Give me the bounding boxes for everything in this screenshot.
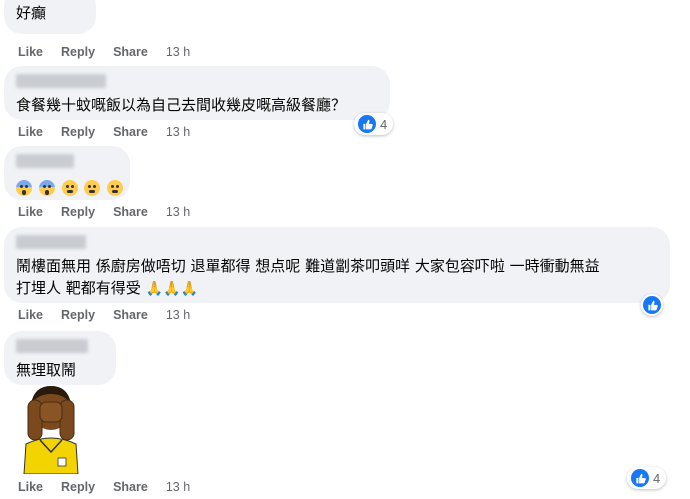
comment-actions: Like Reply Share 13 h xyxy=(18,45,208,59)
reaction-summary[interactable]: 4 xyxy=(627,467,667,489)
share-link[interactable]: Share xyxy=(113,308,148,322)
reply-link[interactable]: Reply xyxy=(61,308,95,322)
reaction-summary[interactable]: 4 xyxy=(354,113,394,135)
face-palm-sticker xyxy=(23,386,79,474)
folded-hands-icon: 🙏 xyxy=(180,281,198,297)
reply-link[interactable]: Reply xyxy=(61,480,95,494)
timestamp[interactable]: 13 h xyxy=(166,125,190,139)
comment-bubble: 鬧樓面無用 係廚房做唔切 退單都得 想点呢 難道劏茶叩頭咩 大家包容吓啦 一時衝… xyxy=(4,227,670,303)
commenter-name-blurred[interactable] xyxy=(16,74,106,88)
comment-actions: Like Reply Share 13 h xyxy=(18,205,208,219)
reply-link[interactable]: Reply xyxy=(61,205,95,219)
face-with-steam-icon xyxy=(84,179,101,196)
folded-hands-icon: 🙏 xyxy=(145,281,163,297)
folded-hands-icon: 🙏 xyxy=(163,281,181,297)
timestamp[interactable]: 13 h xyxy=(166,308,190,322)
commenter-name-blurred[interactable] xyxy=(16,339,88,353)
timestamp[interactable]: 13 h xyxy=(166,45,190,59)
like-link[interactable]: Like xyxy=(18,45,43,59)
comment-text-line-2: 打埋人 靶都有得受 🙏🙏🙏 xyxy=(16,277,658,300)
comment-actions: Like Reply Share 13 h xyxy=(18,308,208,322)
like-link[interactable]: Like xyxy=(18,125,43,139)
share-link[interactable]: Share xyxy=(113,205,148,219)
reply-link[interactable]: Reply xyxy=(61,45,95,59)
timestamp[interactable]: 13 h xyxy=(166,205,190,219)
comment-bubble: 無理取鬧 xyxy=(4,331,116,385)
comment-bubble: 好癲 xyxy=(4,0,96,34)
comment-text: 無理取鬧 xyxy=(16,361,77,379)
comment-text: 好癲 xyxy=(16,4,47,22)
comment-emojis xyxy=(16,174,124,198)
timestamp[interactable]: 13 h xyxy=(166,480,190,494)
comment-actions: Like Reply Share 13 h xyxy=(18,125,208,139)
reply-link[interactable]: Reply xyxy=(61,125,95,139)
comment-bubble: 食餐幾十蚊嘅飯以為自己去間收幾皮嘅高級餐廳？ xyxy=(4,66,390,120)
reaction-summary[interactable] xyxy=(641,294,663,316)
like-reaction-icon xyxy=(631,469,649,487)
comment-text-line-1: 鬧樓面無用 係廚房做唔切 退單都得 想点呢 難道劏茶叩頭咩 大家包容吓啦 一時衝… xyxy=(16,257,600,275)
commenter-name-blurred[interactable] xyxy=(16,235,86,249)
reaction-count: 4 xyxy=(380,116,388,132)
like-reaction-icon xyxy=(358,115,376,133)
like-reaction-icon xyxy=(643,296,661,314)
reaction-count: 4 xyxy=(653,470,661,486)
comment-text: 食餐幾十蚊嘅飯以為自己去間收幾皮嘅高級餐廳？ xyxy=(16,96,347,114)
face-screaming-in-fear-icon xyxy=(38,179,55,196)
share-link[interactable]: Share xyxy=(113,45,148,59)
face-screaming-in-fear-icon xyxy=(16,179,32,196)
face-with-steam-icon xyxy=(61,179,78,196)
share-link[interactable]: Share xyxy=(113,480,148,494)
like-link[interactable]: Like xyxy=(18,308,43,322)
comment-actions: Like Reply Share 13 h xyxy=(18,480,208,494)
commenter-name-blurred[interactable] xyxy=(16,154,74,168)
comment-bubble xyxy=(4,146,130,200)
like-link[interactable]: Like xyxy=(18,480,43,494)
like-link[interactable]: Like xyxy=(18,205,43,219)
face-with-steam-icon xyxy=(107,179,124,196)
share-link[interactable]: Share xyxy=(113,125,148,139)
comment-text-line-2-text: 打埋人 靶都有得受 xyxy=(16,279,141,297)
